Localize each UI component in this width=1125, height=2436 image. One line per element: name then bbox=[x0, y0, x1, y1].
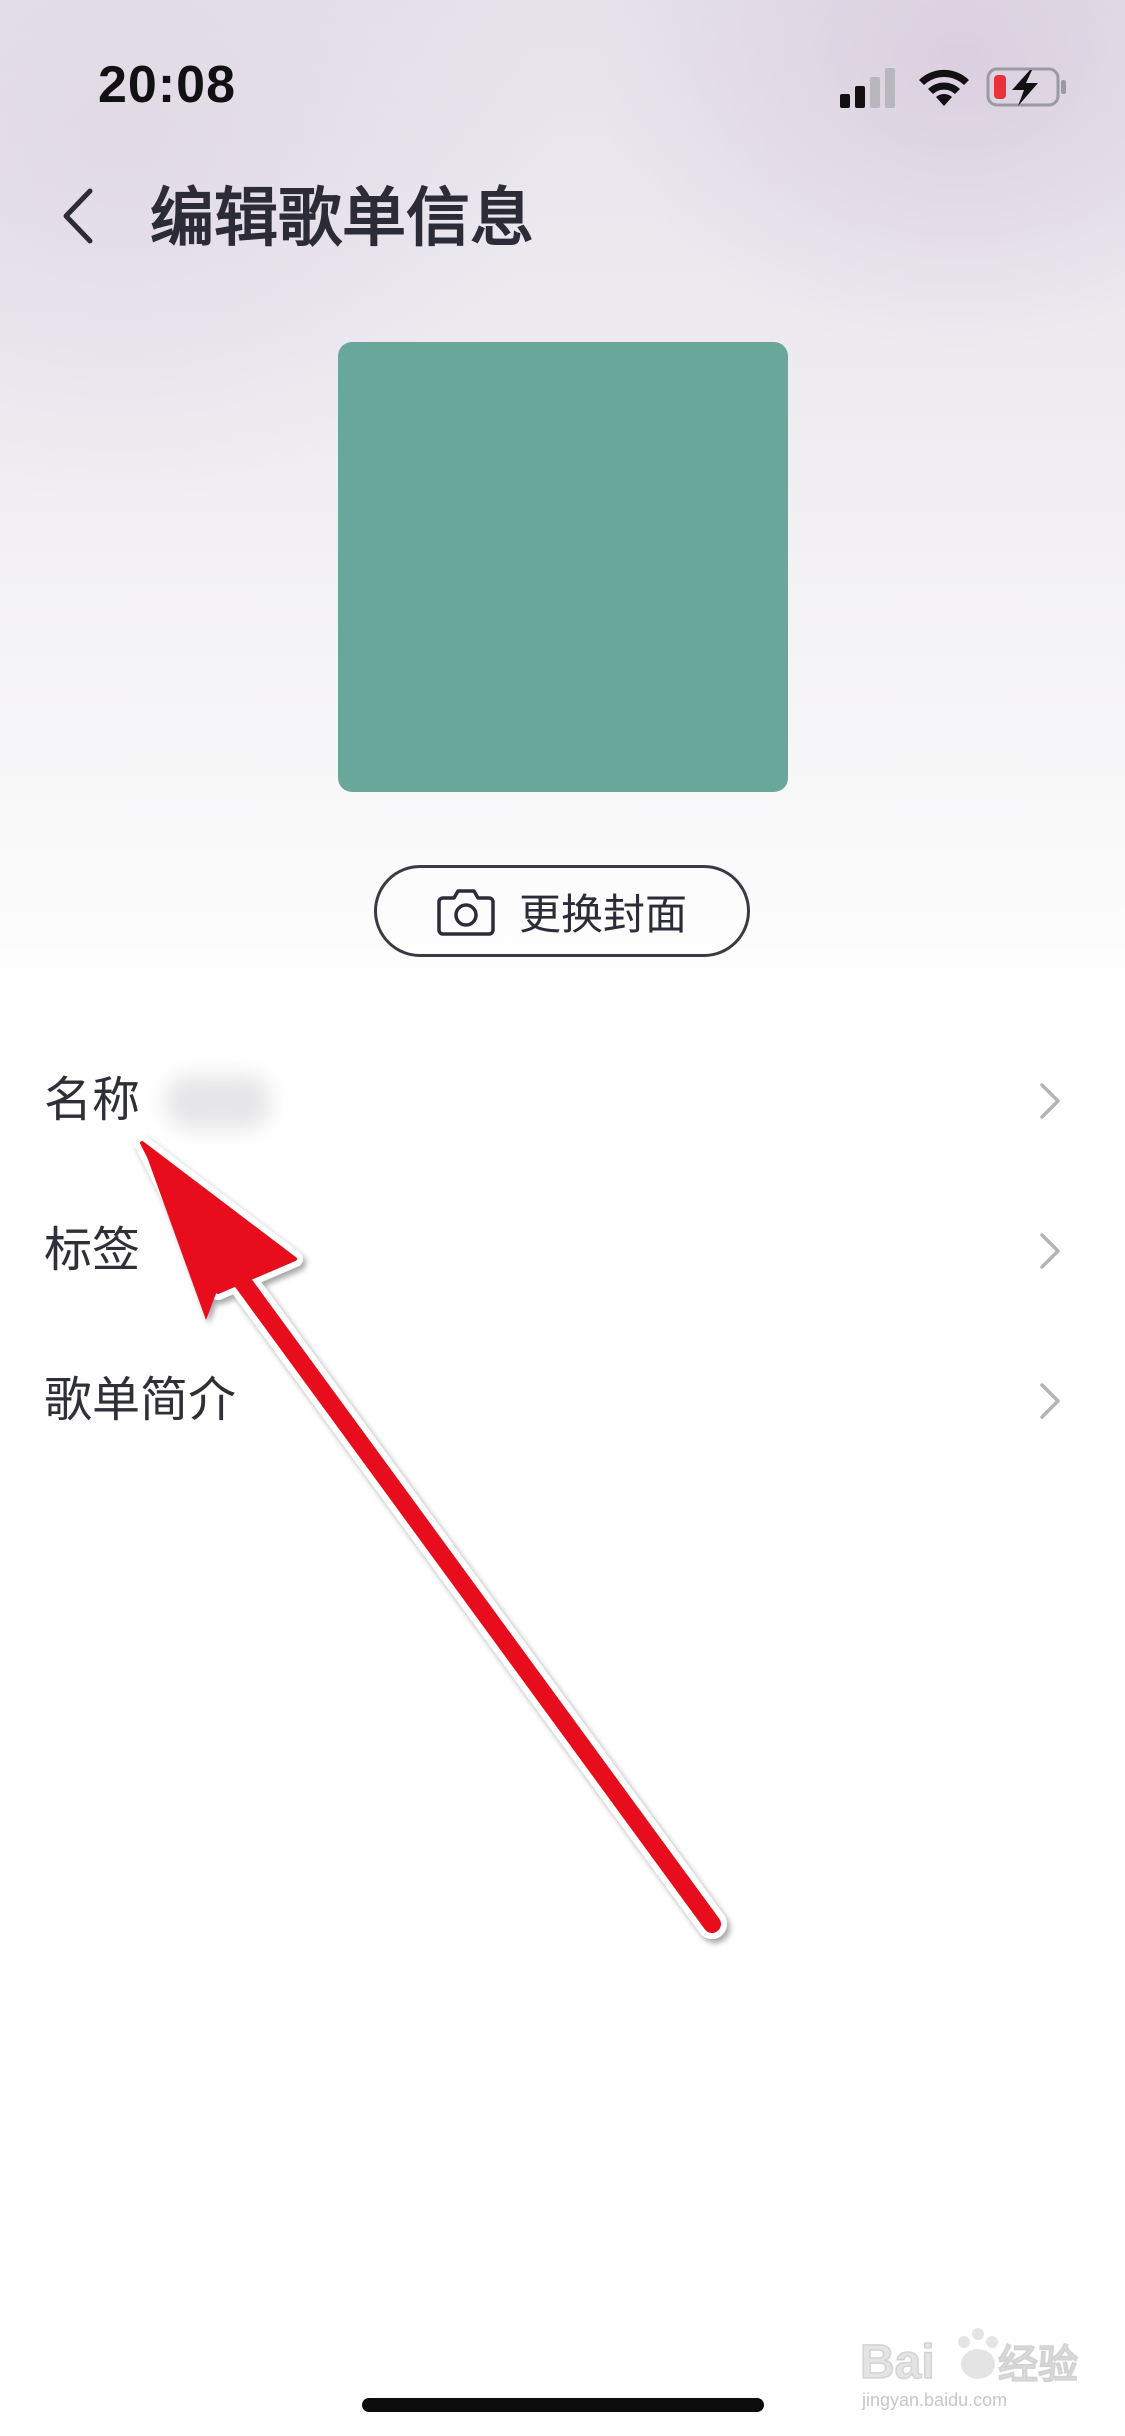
field-row-tags[interactable]: 标签 bbox=[0, 1185, 1125, 1315]
chevron-left-icon[interactable] bbox=[56, 185, 100, 247]
svg-text:Bai: Bai bbox=[860, 2336, 935, 2389]
cellular-signal-icon bbox=[840, 68, 895, 108]
status-bar: 20:08 bbox=[0, 0, 1125, 150]
field-row-intro[interactable]: 歌单简介 bbox=[0, 1335, 1125, 1465]
playlist-cover-image[interactable] bbox=[338, 342, 788, 792]
camera-icon bbox=[437, 889, 495, 936]
chevron-right-icon bbox=[1040, 1083, 1060, 1119]
chevron-right-icon bbox=[1040, 1383, 1060, 1419]
watermark-url: jingyan.baidu.com bbox=[862, 2390, 1008, 2410]
name-value-redacted bbox=[166, 1075, 270, 1129]
name-label: 名称 bbox=[44, 1074, 141, 1127]
change-cover-label: 更换封面 bbox=[518, 890, 687, 938]
page-title: 编辑歌单信息 bbox=[150, 182, 534, 254]
wifi-icon bbox=[919, 69, 969, 106]
field-row-name[interactable]: 名称 bbox=[0, 1035, 1125, 1165]
status-time: 20:08 bbox=[98, 56, 236, 114]
change-cover-button[interactable]: 更换封面 bbox=[374, 865, 750, 957]
intro-label: 歌单简介 bbox=[44, 1374, 237, 1427]
tags-label: 标签 bbox=[44, 1224, 141, 1277]
home-indicator[interactable] bbox=[362, 2398, 764, 2412]
battery-charging-low-icon bbox=[986, 67, 1066, 107]
svg-text:经验: 经验 bbox=[998, 2343, 1078, 2387]
chevron-right-icon bbox=[1040, 1233, 1060, 1269]
